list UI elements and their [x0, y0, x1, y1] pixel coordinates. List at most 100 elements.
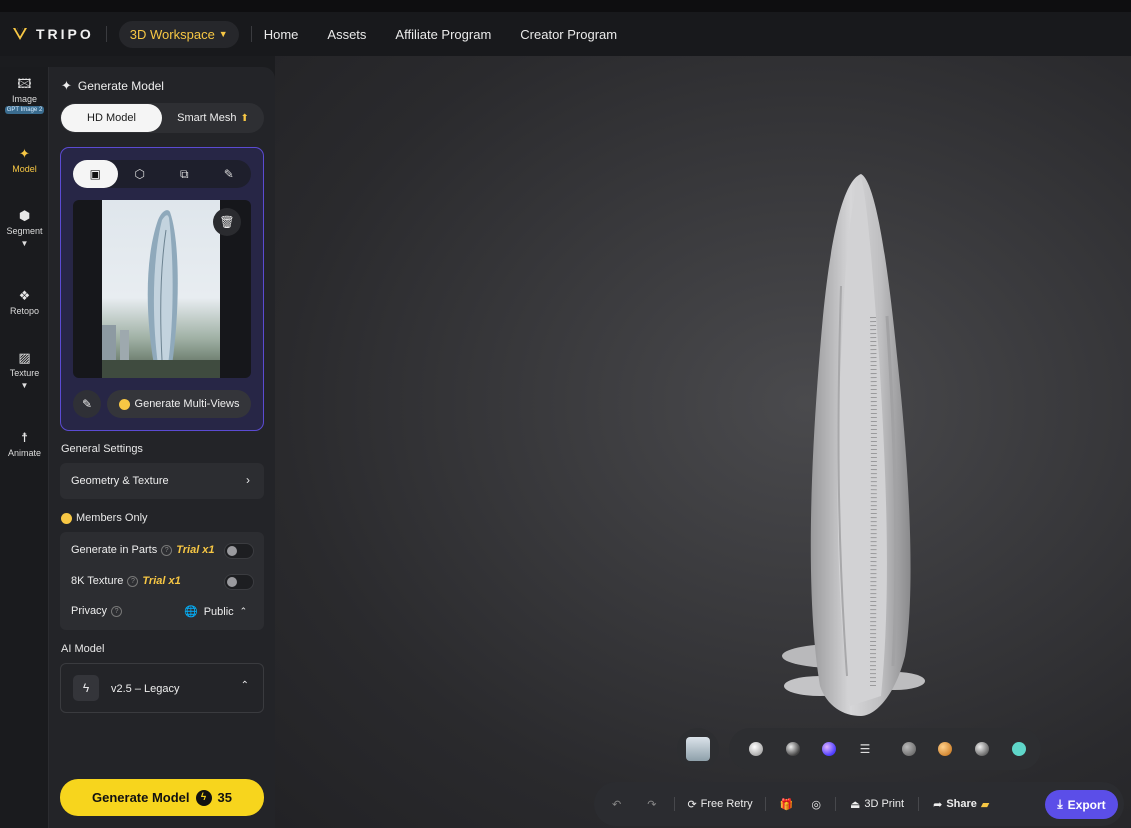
- shaded-material-icon[interactable]: [786, 742, 800, 756]
- rail-item-segment[interactable]: ⬢ Segment ▼: [0, 209, 49, 249]
- free-retry-button[interactable]: ⟳ Free Retry: [687, 798, 752, 811]
- teal-material-icon[interactable]: [1012, 742, 1026, 756]
- gift-icon[interactable]: 🎁: [780, 798, 794, 811]
- geometry-texture-label: Geometry & Texture: [71, 475, 169, 487]
- rail-label: Texture: [9, 368, 40, 378]
- grey-material-icon[interactable]: [902, 742, 916, 756]
- rail-item-image[interactable]: 🖾 Image GPT Image 2: [0, 77, 49, 114]
- print-icon: ⏏: [849, 798, 861, 811]
- chevron-right-icon: ›: [246, 473, 250, 487]
- crown-icon: [61, 512, 72, 524]
- members-settings-box: Generate in Parts ? Trial x1 8K Texture …: [60, 532, 264, 630]
- workspace-label: 3D Workspace: [129, 26, 215, 42]
- hd-model-tab[interactable]: HD Model: [61, 104, 162, 132]
- smart-mesh-label: Smart Mesh: [177, 112, 237, 124]
- rail-item-retopo[interactable]: ❖ Retopo: [0, 288, 49, 317]
- globe-icon: 🌐: [184, 606, 198, 618]
- edit-image-button[interactable]: ✎: [73, 390, 101, 418]
- cube-icon: ⬡: [134, 167, 145, 181]
- caret-down-icon: ▼: [20, 239, 29, 248]
- tab-multi-image[interactable]: ⧉: [162, 160, 207, 188]
- generate-cost: 35: [217, 790, 232, 805]
- generate-label: Generate Model: [92, 790, 190, 805]
- panel-title: ✦ Generate Model: [61, 78, 164, 94]
- rail-label: Animate: [7, 448, 42, 458]
- input-type-tabs: ▣ ⬡ ⧉ ✎: [73, 160, 251, 188]
- divider: [250, 26, 252, 42]
- tab-single-image[interactable]: ▣: [73, 160, 118, 188]
- 3d-print-button[interactable]: ⏏ 3D Print: [850, 798, 904, 811]
- pencil-icon: ✎: [81, 397, 93, 411]
- sliders-icon[interactable]: ☰: [858, 742, 872, 756]
- 3d-model-render: [782, 174, 925, 716]
- normal-material-icon[interactable]: [822, 742, 836, 756]
- coin-icon: [118, 398, 130, 410]
- clay-material-icon[interactable]: [749, 742, 763, 756]
- divider: [834, 797, 836, 811]
- uploaded-image-preview: 🗑: [73, 200, 251, 378]
- rail-label: Image: [11, 94, 37, 104]
- ai-model-value: v2.5 – Legacy: [111, 683, 180, 695]
- tab-multi-view[interactable]: ⬡: [118, 160, 163, 188]
- reference-thumbnail-button[interactable]: [677, 728, 719, 770]
- rail-item-animate[interactable]: ☨ Animate: [0, 430, 49, 459]
- help-icon[interactable]: ?: [127, 575, 139, 587]
- reference-thumbnail: [686, 737, 710, 761]
- generate-multiviews-button[interactable]: Generate Multi-Views: [107, 390, 251, 418]
- metal-material-icon[interactable]: [975, 742, 989, 756]
- rail-item-texture[interactable]: ▨ Texture ▼: [0, 350, 49, 391]
- geometry-texture-row[interactable]: Geometry & Texture ›: [60, 463, 264, 499]
- generate-multiviews-label: Generate Multi-Views: [134, 398, 240, 410]
- nav-assets[interactable]: Assets: [327, 27, 366, 42]
- divider: [764, 797, 766, 811]
- building-photo: [102, 200, 220, 378]
- nav-affiliate-program[interactable]: Affiliate Program: [395, 27, 491, 42]
- chevron-up-icon: ⌃: [239, 606, 248, 616]
- help-icon[interactable]: ?: [161, 544, 173, 556]
- delete-image-button[interactable]: 🗑: [213, 208, 241, 236]
- members-only-label: Members Only: [76, 512, 148, 524]
- tab-draw[interactable]: ✎: [207, 160, 252, 188]
- texture-8k-toggle[interactable]: [224, 574, 254, 590]
- privacy-dropdown[interactable]: 🌐 Public ⌃: [184, 605, 248, 619]
- generate-in-parts-toggle[interactable]: [224, 543, 254, 559]
- help-icon[interactable]: ?: [111, 605, 123, 617]
- export-button[interactable]: ⤓ Export: [1045, 790, 1118, 819]
- caret-down-icon: ▼: [20, 381, 29, 390]
- free-retry-label: Free Retry: [700, 798, 753, 810]
- smart-mesh-tab[interactable]: Smart Mesh ⬆: [164, 104, 262, 132]
- download-icon: ⤓: [1057, 797, 1063, 811]
- left-tool-rail: 🖾 Image GPT Image 2 ✦ Model ⬢ Segment ▼ …: [0, 67, 49, 828]
- generate-model-panel: ✦ Generate Model HD Model Smart Mesh ⬆ ▣…: [49, 67, 275, 828]
- texture-8k-row: 8K Texture ? Trial x1: [71, 575, 181, 587]
- view-icon[interactable]: ◎: [811, 798, 821, 811]
- workspace-dropdown[interactable]: 3D Workspace ▼: [118, 20, 239, 48]
- window-top-strip: [0, 0, 1131, 12]
- texture-8k-label: 8K Texture: [71, 575, 124, 587]
- share-button[interactable]: ➦ Share ▰: [933, 798, 989, 811]
- nav-home[interactable]: Home: [264, 27, 299, 42]
- rail-label: Model: [12, 164, 37, 174]
- retopo-icon: ❖: [18, 288, 31, 303]
- redo-icon[interactable]: ↷: [647, 798, 656, 811]
- rail-item-model[interactable]: ✦ Model: [0, 146, 49, 175]
- image-upload-box: ▣ ⬡ ⧉ ✎ 🗑 ✎ Generate Multi-Views: [60, 147, 264, 431]
- tripo-logo[interactable]: TRIPO: [12, 26, 94, 42]
- generate-model-button[interactable]: Generate Model ϟ 35: [60, 779, 264, 816]
- share-label: Share: [946, 798, 977, 810]
- trial-badge: Trial x1: [142, 575, 181, 587]
- undo-icon[interactable]: ↶: [612, 798, 621, 811]
- ai-model-select[interactable]: ϟ v2.5 – Legacy ⌃: [60, 663, 264, 713]
- 3d-viewport[interactable]: ☰: [275, 56, 1131, 828]
- orange-material-icon[interactable]: [938, 742, 952, 756]
- tripo-logo-icon: [13, 27, 27, 40]
- sparkle-icon: ✦: [19, 146, 30, 161]
- retry-icon: ⟳: [687, 798, 697, 811]
- sparkle-icon: ✦: [61, 78, 72, 93]
- animate-icon: ☨: [20, 430, 29, 445]
- texture-icon: ▨: [18, 350, 31, 365]
- rail-label: Retopo: [9, 306, 40, 316]
- nav-creator-program[interactable]: Creator Program: [520, 27, 617, 42]
- image-plus-icon: ▣: [89, 167, 101, 181]
- 3d-print-label: 3D Print: [864, 798, 905, 810]
